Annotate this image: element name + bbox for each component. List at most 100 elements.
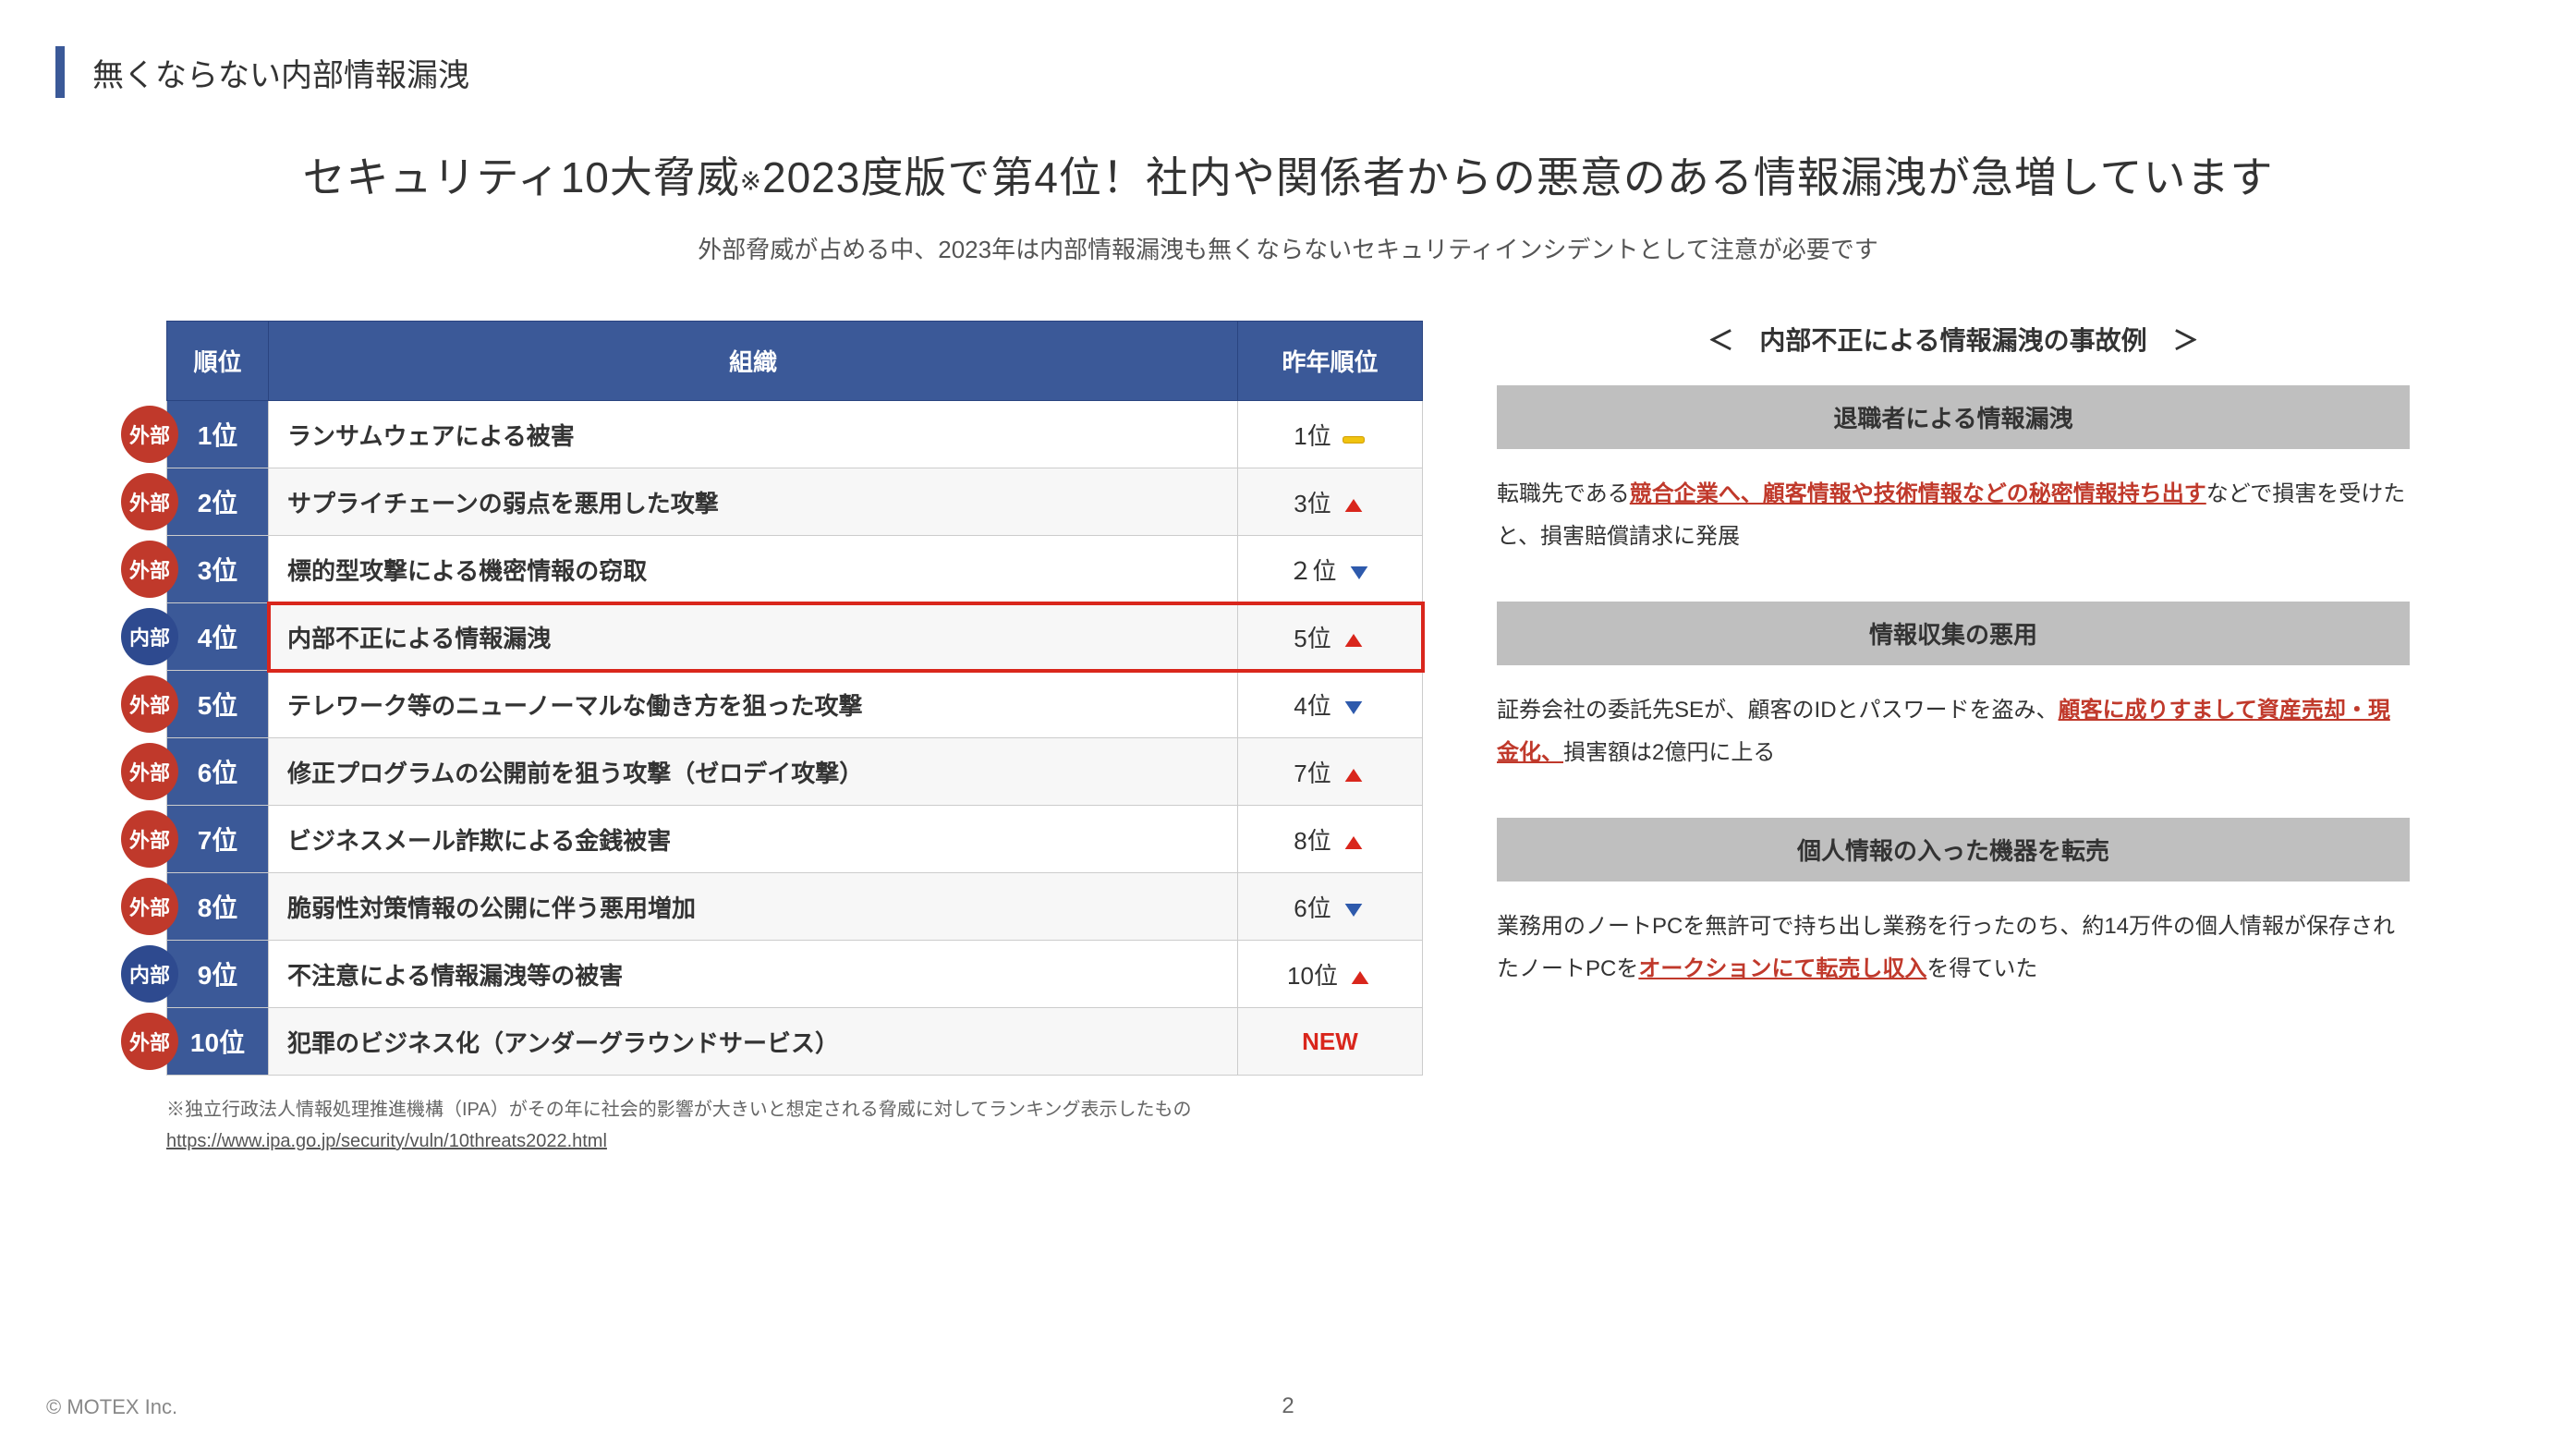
case-body: 業務用のノートPCを無許可で持ち出し業務を行ったのち、約14万件の個人情報が保存…	[1497, 906, 2410, 990]
trend-down-icon	[1346, 560, 1372, 586]
threat-name-cell: 修正プログラムの公開前を狙う攻撃（ゼロデイ攻撃）	[269, 738, 1238, 806]
rank-cell: 内部4位	[167, 603, 269, 671]
source-badge: 外部	[121, 743, 178, 800]
rank-cell: 外部8位	[167, 873, 269, 941]
threat-name-cell: 内部不正による情報漏洩	[269, 603, 1238, 671]
prev-rank-value: 10位	[1287, 962, 1338, 990]
rank-cell: 内部9位	[167, 941, 269, 1008]
cases-title: ＜ 内部不正による情報漏洩の事故例 ＞	[1497, 321, 2410, 358]
prev-rank-cell: 4位	[1238, 671, 1423, 738]
prev-rank-cell: 8位	[1238, 806, 1423, 873]
trend-down-icon	[1341, 897, 1367, 923]
table-row: 外部2位サプライチェーンの弱点を悪用した攻撃 3位	[167, 468, 1423, 536]
col-header-prev: 昨年順位	[1238, 322, 1423, 401]
prev-rank-value: 6位	[1294, 894, 1331, 922]
title-post: 2023度版で第4位！社内や関係者からの悪意のある情報漏洩が急増しています	[762, 153, 2274, 201]
rank-cell: 外部1位	[167, 401, 269, 468]
case-text-pre: 転職先である	[1497, 481, 1630, 506]
prev-rank-value: 4位	[1294, 692, 1331, 720]
footnote-text: ※独立行政法人情報処理推進機構（IPA）がその年に社会的影響が大きいと想定される…	[166, 1100, 1192, 1120]
ranking-table-wrap: 順位 組織 昨年順位 外部1位ランサムウェアによる被害 1位外部2位サプライチェー…	[166, 321, 1423, 1076]
table-row: 内部9位不注意による情報漏洩等の被害 10位	[167, 941, 1423, 1008]
section-header: 無くならない内部情報漏洩	[55, 46, 2521, 98]
prev-rank-value: 3位	[1294, 490, 1331, 517]
table-row: 外部3位標的型攻撃による機密情報の窃取 ２位	[167, 536, 1423, 603]
case-header: 情報収集の悪用	[1497, 602, 2410, 665]
source-badge: 外部	[121, 541, 178, 598]
rank-cell: 外部3位	[167, 536, 269, 603]
trend-up-icon	[1341, 830, 1367, 856]
prev-rank-value: 7位	[1294, 760, 1331, 787]
trend-up-icon	[1341, 492, 1367, 518]
table-row: 外部5位テレワーク等のニューノーマルな働き方を狙った攻撃 4位	[167, 671, 1423, 738]
prev-rank-cell: 1位	[1238, 401, 1423, 468]
threat-name-cell: ビジネスメール詐欺による金銭被害	[269, 806, 1238, 873]
case-header: 個人情報の入った機器を転売	[1497, 818, 2410, 882]
prev-rank-value: 1位	[1294, 422, 1331, 450]
case-text-emphasis: 競合企業へ、顧客情報や技術情報などの秘密情報持ち出す	[1630, 481, 2206, 506]
table-row: 外部7位ビジネスメール詐欺による金銭被害 8位	[167, 806, 1423, 873]
threat-name-cell: 脆弱性対策情報の公開に伴う悪用増加	[269, 873, 1238, 941]
threat-name-cell: テレワーク等のニューノーマルな働き方を狙った攻撃	[269, 671, 1238, 738]
trend-up-icon	[1341, 627, 1367, 653]
source-badge: 内部	[121, 608, 178, 665]
prev-rank-value: 5位	[1294, 625, 1331, 652]
rank-cell: 外部10位	[167, 1008, 269, 1076]
prev-rank-cell: 6位	[1238, 873, 1423, 941]
source-badge: 外部	[121, 1013, 178, 1070]
copyright: © MOTEX Inc.	[46, 1395, 177, 1419]
source-badge: 外部	[121, 675, 178, 733]
source-badge: 外部	[121, 878, 178, 935]
source-badge: 内部	[121, 945, 178, 1003]
prev-rank-value: 8位	[1294, 827, 1331, 855]
prev-rank-value: ２位	[1288, 557, 1336, 585]
col-header-org: 組織	[269, 322, 1238, 401]
ranking-table: 順位 組織 昨年順位 外部1位ランサムウェアによる被害 1位外部2位サプライチェー…	[166, 321, 1423, 1076]
table-row: 外部8位脆弱性対策情報の公開に伴う悪用増加 6位	[167, 873, 1423, 941]
case-text-post: を得ていた	[1926, 956, 2037, 981]
rank-cell: 外部6位	[167, 738, 269, 806]
rank-cell: 外部5位	[167, 671, 269, 738]
prev-rank-new: NEW	[1302, 1027, 1358, 1055]
prev-rank-cell: 7位	[1238, 738, 1423, 806]
table-row: 外部1位ランサムウェアによる被害 1位	[167, 401, 1423, 468]
footnote-link[interactable]: https://www.ipa.go.jp/security/vuln/10th…	[166, 1131, 607, 1151]
prev-rank-cell: 10位	[1238, 941, 1423, 1008]
case-text-pre: 証券会社の委託先SEが、顧客のIDとパスワードを盗み、	[1497, 698, 2059, 723]
prev-rank-cell: ２位	[1238, 536, 1423, 603]
prev-rank-cell: NEW	[1238, 1008, 1423, 1076]
threat-name-cell: サプライチェーンの弱点を悪用した攻撃	[269, 468, 1238, 536]
trend-flat-icon	[1341, 425, 1367, 451]
section-accent-bar	[55, 46, 65, 98]
source-badge: 外部	[121, 406, 178, 463]
rank-cell: 外部7位	[167, 806, 269, 873]
section-title: 無くならない内部情報漏洩	[92, 50, 469, 95]
source-badge: 外部	[121, 810, 178, 868]
title-pre: セキュリティ10大脅威	[302, 153, 739, 201]
threat-name-cell: 標的型攻撃による機密情報の窃取	[269, 536, 1238, 603]
prev-rank-cell: 3位	[1238, 468, 1423, 536]
threat-name-cell: 犯罪のビジネス化（アンダーグラウンドサービス）	[269, 1008, 1238, 1076]
page-title: セキュリティ10大脅威※2023度版で第4位！社内や関係者からの悪意のある情報漏…	[55, 144, 2521, 205]
case-text-emphasis: オークションにて転売し収入	[1638, 956, 1926, 981]
threat-name-cell: ランサムウェアによる被害	[269, 401, 1238, 468]
case-header: 退職者による情報漏洩	[1497, 385, 2410, 449]
table-row: 内部4位内部不正による情報漏洩 5位	[167, 603, 1423, 671]
case-text-post: 損害額は2億円に上る	[1563, 740, 1775, 765]
source-badge: 外部	[121, 473, 178, 530]
col-header-rank: 順位	[167, 322, 269, 401]
case-body: 証券会社の委託先SEが、顧客のIDとパスワードを盗み、顧客に成りすまして資産売却…	[1497, 689, 2410, 773]
title-footnote-mark: ※	[740, 166, 762, 195]
trend-down-icon	[1341, 695, 1367, 721]
page-number: 2	[1282, 1393, 1294, 1419]
prev-rank-cell: 5位	[1238, 603, 1423, 671]
threat-name-cell: 不注意による情報漏洩等の被害	[269, 941, 1238, 1008]
case-body: 転職先である競合企業へ、顧客情報や技術情報などの秘密情報持ち出すなどで損害を受け…	[1497, 473, 2410, 557]
rank-cell: 外部2位	[167, 468, 269, 536]
trend-up-icon	[1347, 965, 1373, 991]
table-row: 外部6位修正プログラムの公開前を狙う攻撃（ゼロデイ攻撃） 7位	[167, 738, 1423, 806]
page-subtitle: 外部脅威が占める中、2023年は内部情報漏洩も無くならないセキュリティインシデン…	[55, 231, 2521, 265]
table-row: 外部10位犯罪のビジネス化（アンダーグラウンドサービス） NEW	[167, 1008, 1423, 1076]
footnote: ※独立行政法人情報処理推進機構（IPA）がその年に社会的影響が大きいと想定される…	[166, 1094, 1423, 1157]
trend-up-icon	[1341, 762, 1367, 788]
